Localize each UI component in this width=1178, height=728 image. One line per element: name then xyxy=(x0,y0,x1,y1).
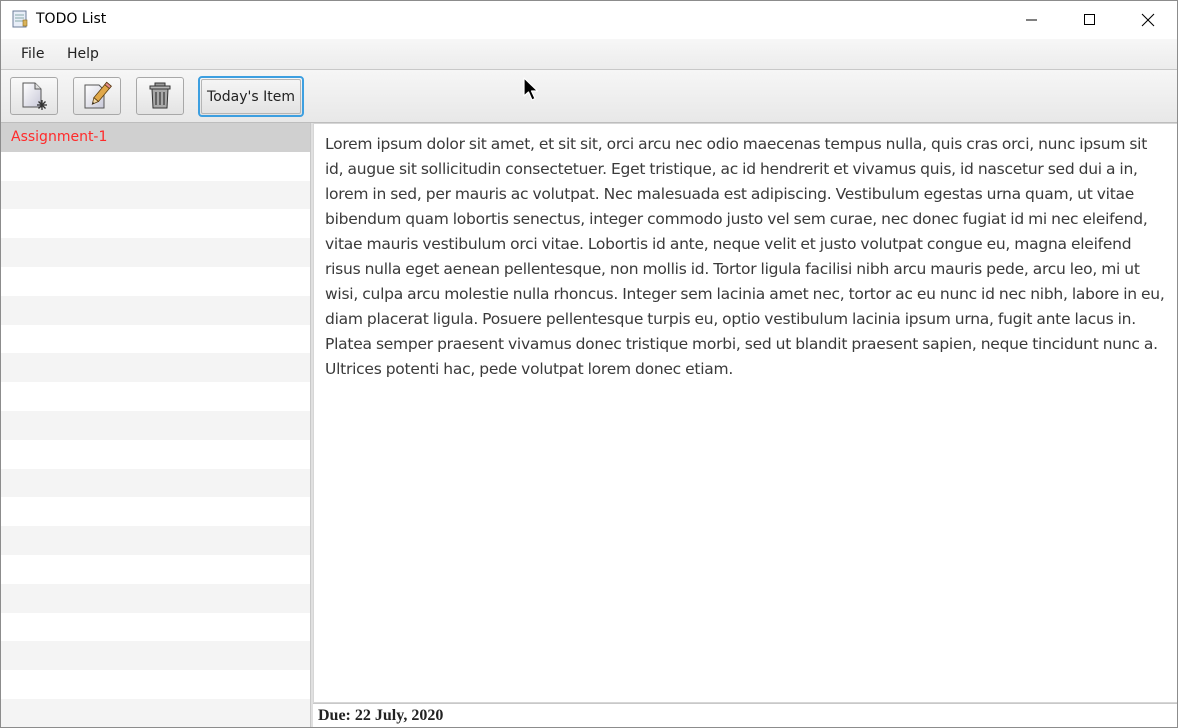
due-date-bar: Due: 22 July, 2020 xyxy=(313,703,1177,727)
empty-list-row xyxy=(1,698,310,727)
edit-pencil-icon xyxy=(84,81,112,109)
mouse-cursor-icon xyxy=(523,77,539,101)
empty-list-row xyxy=(1,238,310,267)
empty-list-row xyxy=(1,382,310,411)
maximize-button[interactable] xyxy=(1061,1,1119,39)
app-window: TODO List File Help Today's Item Assignm… xyxy=(0,0,1178,728)
edit-item-button[interactable] xyxy=(73,77,121,115)
todays-item-label: Today's Item xyxy=(201,79,301,114)
delete-item-button[interactable] xyxy=(136,77,184,115)
empty-list-row xyxy=(1,468,310,498)
window-title: TODO List xyxy=(36,11,107,27)
due-date-label: Due: 22 July, 2020 xyxy=(318,707,444,724)
minimize-icon xyxy=(1026,19,1037,21)
title-bar[interactable]: TODO List xyxy=(1,1,1177,39)
empty-list-row xyxy=(1,151,310,181)
app-notepad-icon xyxy=(11,10,29,28)
new-item-button[interactable] xyxy=(10,77,58,115)
empty-list-row xyxy=(1,554,310,584)
empty-list-row xyxy=(1,410,310,440)
minimize-button[interactable] xyxy=(1003,1,1061,39)
item-description: Lorem ipsum dolor sit amet, et sit sit, … xyxy=(325,135,1165,378)
empty-list-row xyxy=(1,670,310,699)
empty-list-row xyxy=(1,324,310,354)
close-icon xyxy=(1141,13,1155,27)
close-button[interactable] xyxy=(1119,1,1177,39)
menu-bar: File Help xyxy=(1,39,1177,70)
menu-file[interactable]: File xyxy=(21,46,44,62)
todo-list[interactable]: Assignment-1 xyxy=(1,123,311,727)
menu-help[interactable]: Help xyxy=(67,46,99,62)
maximize-icon xyxy=(1084,14,1095,25)
todays-item-button[interactable]: Today's Item xyxy=(198,76,304,117)
empty-list-row xyxy=(1,583,310,613)
empty-list-row xyxy=(1,209,310,239)
empty-list-row xyxy=(1,295,310,325)
item-detail-pane[interactable]: Lorem ipsum dolor sit amet, et sit sit, … xyxy=(313,123,1177,703)
new-document-icon xyxy=(22,82,47,110)
empty-list-row xyxy=(1,266,310,296)
empty-list-row xyxy=(1,180,310,210)
toolbar: Today's Item xyxy=(1,70,1177,123)
list-item[interactable]: Assignment-1 xyxy=(1,123,310,152)
empty-list-row xyxy=(1,526,310,555)
empty-list-row xyxy=(1,439,310,469)
empty-list-row xyxy=(1,353,310,383)
trash-can-icon xyxy=(149,82,171,109)
empty-list-row xyxy=(1,497,310,527)
empty-list-row xyxy=(1,612,310,642)
empty-list-row xyxy=(1,641,310,671)
